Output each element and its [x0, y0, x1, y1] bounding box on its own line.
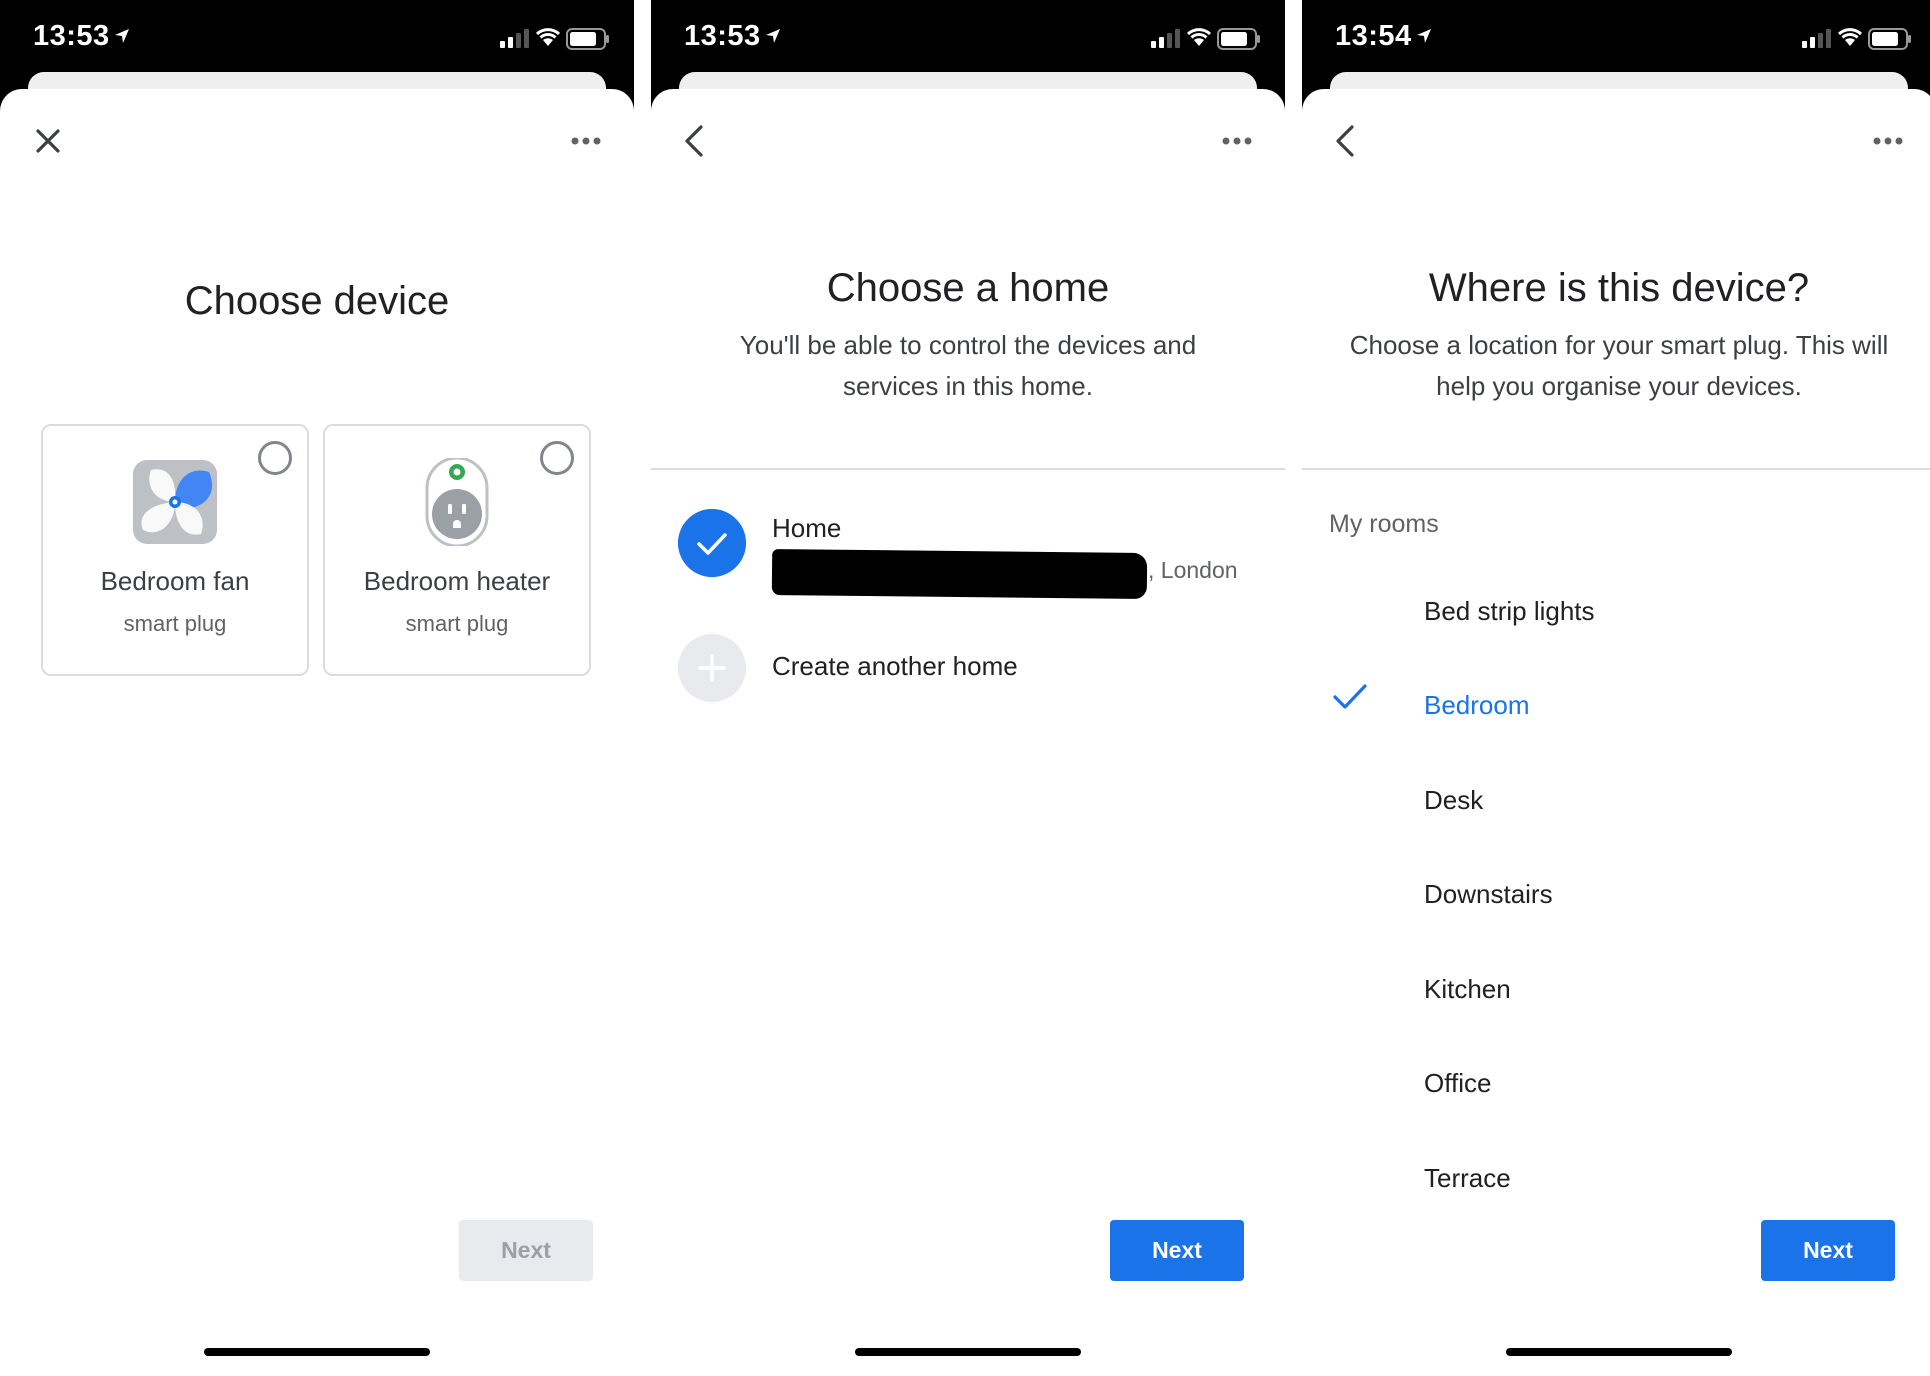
battery-icon — [1868, 28, 1911, 50]
device-radio[interactable] — [540, 441, 574, 475]
home-indicator[interactable] — [1506, 1348, 1732, 1356]
rooms-header: My rooms — [1329, 510, 1439, 538]
status-time: 13:54 — [1335, 20, 1432, 53]
room-item-terrace[interactable]: Terrace — [1424, 1163, 1511, 1194]
battery-icon — [1217, 28, 1260, 50]
room-item-desk[interactable]: Desk — [1424, 785, 1483, 816]
room-item-bedroom[interactable]: Bedroom — [1424, 690, 1530, 721]
room-item-kitchen[interactable]: Kitchen — [1424, 974, 1511, 1005]
location-arrow-icon — [114, 29, 129, 43]
room-item-office[interactable]: Office — [1424, 1068, 1491, 1099]
status-time: 13:53 — [33, 20, 130, 53]
more-icon[interactable] — [1221, 131, 1253, 151]
wifi-icon — [535, 28, 561, 46]
sheet: Choose a home You'll be able to control … — [651, 89, 1285, 1376]
room-item-downstairs[interactable]: Downstairs — [1424, 879, 1553, 910]
wifi-icon — [1837, 28, 1863, 46]
page-title: Choose a home — [826, 266, 1110, 310]
page-title: Where is this device? — [1428, 266, 1810, 310]
next-button[interactable]: Next — [1110, 1220, 1244, 1281]
fan-plug-icon — [133, 460, 217, 544]
divider — [1302, 468, 1930, 470]
choose-device-screen: 13:53 Choose device Bedroom fan smart pl… — [0, 0, 634, 1376]
home-city: , London — [1148, 557, 1238, 583]
choose-home-screen: 13:53 Choose a home You'll be able to co… — [651, 0, 1285, 1376]
more-icon[interactable] — [570, 131, 602, 151]
device-name: Bedroom heater — [363, 566, 551, 596]
redacted-address — [771, 549, 1148, 599]
device-location-screen: 13:54 Where is this device? Choose a loc… — [1302, 0, 1930, 1376]
plus-icon — [678, 634, 746, 702]
device-type: smart plug — [405, 611, 509, 636]
device-card-bedroom-fan[interactable]: Bedroom fan smart plug — [41, 424, 309, 676]
location-arrow-icon — [765, 29, 780, 43]
status-bar: 13:53 — [651, 0, 1285, 78]
sheet: Choose device Bedroom fan smart plug Bed… — [0, 89, 634, 1376]
wifi-icon — [1186, 28, 1212, 46]
home-address: , London — [771, 547, 1252, 599]
device-card-bedroom-heater[interactable]: Bedroom heater smart plug — [323, 424, 591, 676]
next-button[interactable]: Next — [459, 1220, 593, 1281]
selected-check-icon — [678, 509, 746, 577]
back-icon[interactable] — [1326, 121, 1366, 161]
back-icon[interactable] — [675, 121, 715, 161]
cellular-signal-icon — [1802, 29, 1831, 48]
next-button[interactable]: Next — [1761, 1220, 1895, 1281]
home-indicator[interactable] — [855, 1348, 1081, 1356]
outlet-plug-icon — [425, 458, 489, 546]
page-subtitle: You'll be able to control the devices an… — [739, 330, 1197, 401]
close-icon[interactable] — [28, 121, 68, 161]
device-name: Bedroom fan — [100, 566, 250, 596]
create-home-label: Create another home — [772, 651, 1018, 681]
check-icon — [1333, 684, 1367, 709]
room-item-bed-strip-lights[interactable]: Bed strip lights — [1424, 596, 1595, 627]
status-bar: 13:54 — [1302, 0, 1930, 78]
battery-icon — [566, 28, 609, 50]
location-arrow-icon — [1416, 29, 1431, 43]
home-indicator[interactable] — [204, 1348, 430, 1356]
page-title: Choose device — [184, 279, 450, 323]
device-type: smart plug — [123, 611, 227, 636]
status-bar: 13:53 — [0, 0, 634, 78]
cellular-signal-icon — [1151, 29, 1180, 48]
home-name: Home — [772, 513, 842, 543]
status-time: 13:53 — [684, 20, 781, 53]
more-icon[interactable] — [1872, 131, 1904, 151]
cellular-signal-icon — [500, 29, 529, 48]
device-radio[interactable] — [258, 441, 292, 475]
sheet: Where is this device? Choose a location … — [1302, 89, 1930, 1376]
divider — [651, 468, 1285, 470]
page-subtitle: Choose a location for your smart plug. T… — [1349, 330, 1889, 401]
